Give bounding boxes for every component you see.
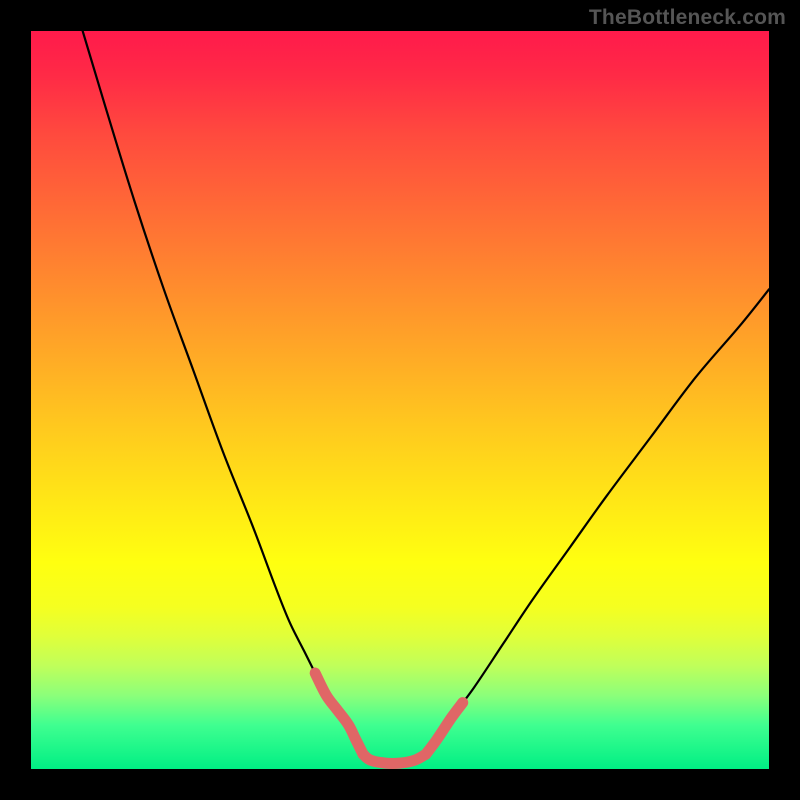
flat-valley-segment [363, 754, 426, 763]
bottleneck-curve [83, 31, 769, 763]
watermark-text: TheBottleneck.com [589, 6, 786, 30]
left-threshold-segment [315, 673, 363, 754]
highlight-layer [315, 673, 463, 763]
right-threshold-segment [426, 703, 463, 755]
curve-layer [83, 31, 769, 763]
chart-frame: TheBottleneck.com [0, 0, 800, 800]
plot-area [31, 31, 769, 769]
curve-svg [31, 31, 769, 769]
